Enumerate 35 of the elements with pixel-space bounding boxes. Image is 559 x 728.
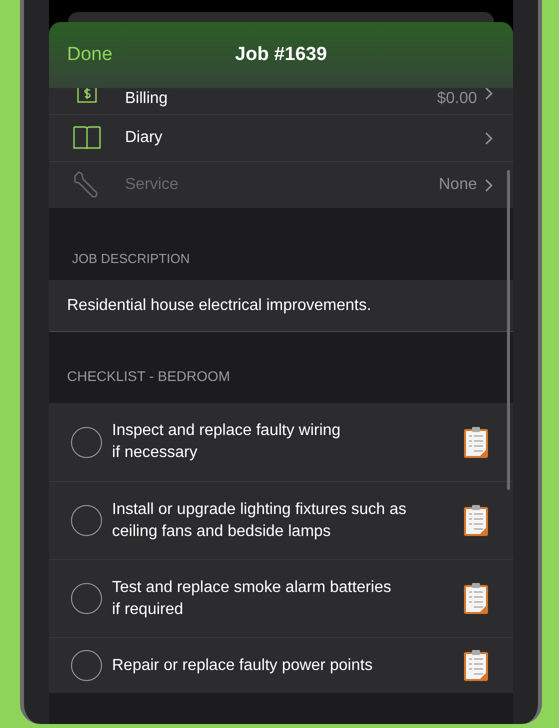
item-text: ceiling fans and bedside lamps xyxy=(112,522,332,542)
clipboard-icon xyxy=(463,649,489,682)
menu-row[interactable]: Billing $0.00 xyxy=(49,87,513,114)
clipboard-icon xyxy=(463,504,489,537)
clipboard-icon xyxy=(463,582,489,615)
section-heading: JOB DESCRIPTION xyxy=(72,250,190,268)
row-value: None xyxy=(438,175,477,195)
checkbox[interactable] xyxy=(71,583,102,614)
item-text: if required xyxy=(112,600,184,620)
row-label: Billing xyxy=(125,89,168,109)
item-text: Test and replace smoke alarm batteries xyxy=(112,578,392,598)
checklist-item[interactable]: Install or upgrade lighting fixtures such as ceiling fans and bedside lamps xyxy=(49,481,513,559)
checklist-item[interactable]: Inspect and replace faulty wiring if necessary xyxy=(49,403,513,481)
checkbox[interactable] xyxy=(71,426,102,458)
item-text: if necessary xyxy=(112,443,198,463)
row-value: $0.00 xyxy=(436,89,477,109)
description-text: Residential house electrical improvements. xyxy=(67,296,372,316)
item-text: Install or upgrade lighting fixtures such as xyxy=(112,500,408,520)
row-label: Service xyxy=(125,175,178,195)
item-text: Repair or replace faulty power points xyxy=(112,656,374,676)
checklist-item[interactable]: Test and replace smoke alarm batteries if required xyxy=(49,559,513,637)
chevron-icon xyxy=(485,87,493,100)
checkbox[interactable] xyxy=(71,650,102,681)
window-title: Job #1639 xyxy=(235,42,327,67)
done-button[interactable]: Done xyxy=(67,40,112,70)
menu-row[interactable]: Diary xyxy=(49,114,513,161)
clipboard-icon xyxy=(463,426,489,458)
item-text: Inspect and replace faulty wiring xyxy=(112,421,342,441)
chevron-icon xyxy=(485,132,493,144)
row-label: Diary xyxy=(125,128,162,148)
book-icon xyxy=(72,125,102,151)
checkbox[interactable] xyxy=(71,505,102,536)
checklist-item[interactable]: Repair or replace faulty power points xyxy=(49,637,513,693)
section-heading: CHECKLIST - BEDROOM xyxy=(67,367,230,386)
chevron-icon xyxy=(485,178,493,192)
